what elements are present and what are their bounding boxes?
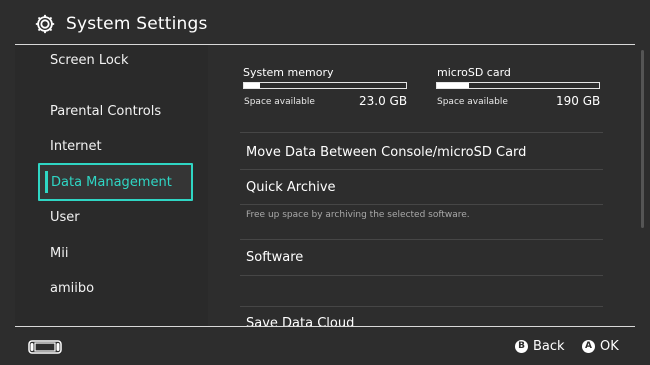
software-option[interactable]: Software: [246, 250, 303, 265]
sidebar-item-mii[interactable]: Mii: [50, 246, 68, 261]
system-memory-bar: [243, 82, 407, 89]
move-data-option[interactable]: Move Data Between Console/microSD Card: [246, 145, 526, 160]
microsd-card-value: 190 GB: [556, 94, 601, 108]
microsd-card-bar-fill: [437, 83, 470, 88]
row-divider: [240, 169, 603, 170]
page-title: System Settings: [66, 14, 208, 34]
sidebar-item-screen-lock[interactable]: Screen Lock: [50, 53, 128, 68]
header: System Settings: [0, 0, 650, 44]
sidebar-item-data-management[interactable]: Data Management: [38, 163, 193, 201]
back-label: Back: [533, 339, 565, 354]
b-button-icon: B: [515, 340, 528, 353]
ok-button[interactable]: A OK: [582, 339, 622, 355]
microsd-card-available-label: Space available: [437, 97, 508, 107]
back-button[interactable]: B Back: [515, 339, 565, 355]
row-divider: [240, 132, 603, 133]
console-icon: [28, 340, 62, 354]
system-memory-title: System memory: [243, 66, 334, 79]
microsd-card-title: microSD card: [437, 66, 511, 79]
row-divider: [240, 239, 603, 240]
sidebar-item-internet[interactable]: Internet: [50, 139, 102, 154]
sidebar-item-user[interactable]: User: [50, 210, 80, 225]
system-memory-bar-fill: [244, 83, 261, 88]
sidebar-item-parental-controls[interactable]: Parental Controls: [50, 104, 161, 119]
footer-divider: [15, 326, 635, 327]
row-divider: [240, 306, 603, 307]
sidebar-item-label: Data Management: [51, 175, 172, 190]
gear-icon: [35, 14, 55, 34]
scrollbar[interactable]: [641, 50, 644, 228]
a-button-icon: A: [582, 340, 595, 353]
quick-archive-option[interactable]: Quick Archive: [246, 180, 336, 195]
sidebar-item-amiibo[interactable]: amiibo: [50, 281, 94, 296]
system-memory-value: 23.0 GB: [359, 94, 408, 108]
quick-archive-description: Free up space by archiving the selected …: [246, 210, 470, 220]
row-divider: [240, 275, 603, 276]
system-memory-available-label: Space available: [244, 97, 315, 107]
ok-label: OK: [600, 339, 619, 354]
selection-indicator: [45, 171, 48, 193]
row-divider: [240, 204, 603, 205]
microsd-card-bar: [436, 82, 600, 89]
